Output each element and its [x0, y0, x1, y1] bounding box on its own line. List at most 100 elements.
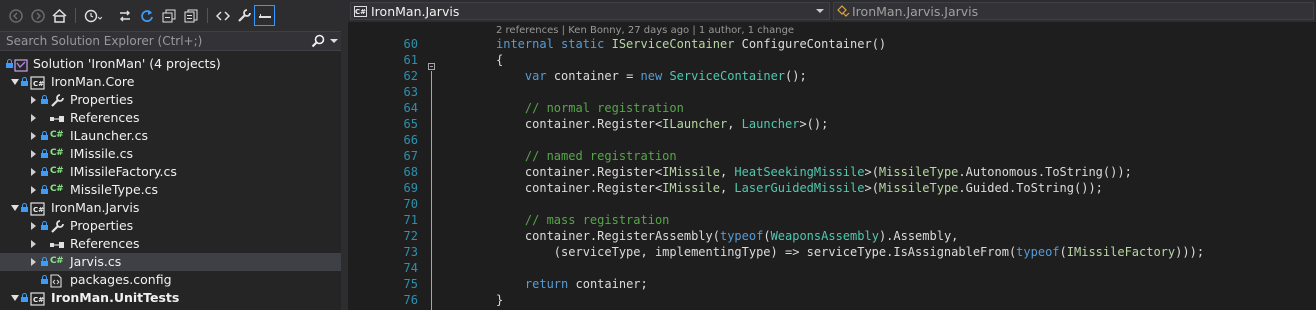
search-options-dropdown-icon[interactable]	[330, 39, 338, 43]
show-all-files-icon[interactable]	[180, 5, 201, 26]
tree-item-file-selected[interactable]: C# Jarvis.cs	[0, 253, 341, 271]
solution-icon	[14, 57, 28, 72]
csharp-file-icon: C#	[50, 130, 64, 140]
solution-explorer-search[interactable]: Search Solution Explorer (Ctrl+;)	[0, 31, 341, 51]
collapse-arrow-icon[interactable]	[31, 168, 36, 176]
class-dropdown-label: IronMan.Jarvis.Jarvis	[852, 4, 979, 19]
properties-wrench-icon[interactable]	[233, 5, 254, 26]
csharp-file-icon: C#	[50, 148, 64, 158]
tree-item-file[interactable]: packages.config	[0, 271, 341, 289]
code-token: // mass registration	[496, 213, 670, 227]
fold-guide	[431, 71, 432, 310]
line-number: 76	[403, 293, 418, 307]
tree-item-properties[interactable]: Properties	[0, 91, 341, 109]
collapse-arrow-icon[interactable]	[31, 96, 36, 104]
sync-icon[interactable]	[114, 5, 135, 26]
wrench-icon	[50, 219, 64, 233]
tree-item-solution[interactable]: Solution 'IronMan' (4 projects)	[0, 55, 341, 73]
history-icon[interactable]	[82, 5, 103, 26]
tree-item-label: IronMan.Jarvis	[51, 200, 140, 215]
code-view-icon[interactable]	[212, 5, 233, 26]
collapse-arrow-icon[interactable]	[31, 150, 36, 158]
tree-item-project-jarvis[interactable]: C# IronMan.Jarvis	[0, 199, 341, 217]
code-line: var container = new ServiceContainer();	[496, 69, 807, 83]
code-token: container =	[546, 69, 641, 83]
svg-text:C#: C#	[33, 206, 44, 214]
lock-icon	[41, 257, 48, 267]
forward-arrow-icon[interactable]	[27, 5, 48, 26]
code-token: ).Assembly,	[878, 229, 959, 243]
class-dropdown[interactable]: IronMan.Jarvis.Jarvis	[833, 2, 1314, 20]
code-editor: C# IronMan.Jarvis IronMan.Jarvis.Jarvis …	[348, 0, 1316, 310]
code-token: {	[496, 53, 504, 67]
line-number: 69	[403, 181, 418, 195]
csharp-project-icon: C#	[30, 75, 46, 90]
collapse-arrow-icon[interactable]	[31, 132, 36, 140]
class-icon	[837, 4, 851, 18]
code-token: typeof	[1016, 245, 1060, 259]
lock-icon	[21, 77, 28, 87]
code-token: internal static	[496, 37, 612, 51]
code-line: // mass registration	[496, 213, 670, 227]
code-token: MissileType	[878, 181, 959, 195]
tree-item-label: IronMan.Core	[51, 74, 135, 89]
code-token: .Autonomous.ToString());	[958, 165, 1132, 179]
solution-explorer-toolbar	[0, 0, 341, 31]
code-token: container.Register<	[496, 181, 663, 195]
tree-item-file[interactable]: C# IMissileFactory.cs	[0, 163, 341, 181]
collapse-arrow-icon[interactable]	[31, 258, 36, 266]
expand-arrow-icon[interactable]	[11, 205, 19, 211]
collapse-arrow-icon[interactable]	[31, 222, 36, 230]
tree-item-project-core[interactable]: C# IronMan.Core	[0, 73, 341, 91]
refresh-icon[interactable]	[136, 5, 157, 26]
code-line: container.Register<ILauncher, Launcher>(…	[496, 117, 828, 131]
tree-item-references[interactable]: References	[0, 109, 341, 127]
tree-item-label: IMissileFactory.cs	[70, 164, 177, 179]
tree-item-file[interactable]: C# IMissile.cs	[0, 145, 341, 163]
csharp-file-icon: C#	[50, 256, 64, 266]
collapse-arrow-icon[interactable]	[31, 186, 36, 194]
code-token: >(	[864, 165, 879, 179]
expand-arrow-icon[interactable]	[11, 79, 19, 85]
codelens-info[interactable]: 2 references | Ken Bonny, 27 days ago | …	[496, 25, 794, 36]
back-arrow-icon[interactable]	[5, 5, 26, 26]
tree-item-file[interactable]: C# MissileType.cs	[0, 181, 341, 199]
lock-icon	[41, 149, 48, 159]
fold-collapse-icon[interactable]	[428, 63, 435, 70]
line-number: 64	[403, 101, 418, 115]
code-token: }	[496, 293, 504, 307]
project-dropdown[interactable]: C# IronMan.Jarvis	[350, 2, 830, 20]
code-area[interactable]: 2 references | Ken Bonny, 27 days ago | …	[348, 22, 1316, 310]
collapse-arrow-icon[interactable]	[31, 114, 36, 122]
tree-item-properties[interactable]: Properties	[0, 217, 341, 235]
lock-icon	[41, 275, 48, 285]
tree-item-label: packages.config	[70, 272, 172, 287]
code-line: container.Register<IMissile, LaserGuided…	[496, 181, 1103, 195]
tree-item-project-unittests[interactable]: C# IronMan.UnitTests	[0, 289, 341, 307]
csharp-file-icon: C#	[50, 166, 64, 176]
code-token: // normal registration	[496, 101, 684, 115]
search-icon[interactable]	[311, 33, 325, 52]
line-number: 72	[403, 229, 418, 243]
home-icon[interactable]	[49, 5, 70, 26]
line-number: 71	[403, 213, 418, 227]
code-token: MissileType	[878, 165, 959, 179]
code-token: (	[763, 229, 771, 243]
line-number: 67	[403, 149, 418, 163]
code-token: container.RegisterAssembly(	[496, 229, 720, 243]
collapse-all-icon[interactable]	[158, 5, 179, 26]
line-number: 73	[403, 245, 418, 259]
tree-item-label: IMissile.cs	[70, 146, 133, 161]
panel-splitter[interactable]	[341, 0, 348, 310]
tree-item-references[interactable]: References	[0, 235, 341, 253]
code-token: return	[524, 277, 569, 291]
collapse-arrow-icon[interactable]	[31, 240, 36, 248]
code-token: )));	[1175, 245, 1205, 259]
expand-arrow-icon[interactable]	[11, 295, 19, 301]
code-token: (	[1059, 245, 1067, 259]
tree-item-file[interactable]: C# ILauncher.cs	[0, 127, 341, 145]
lock-icon	[41, 185, 48, 195]
preview-pin-icon[interactable]	[254, 5, 275, 26]
code-token: ,	[727, 117, 742, 131]
